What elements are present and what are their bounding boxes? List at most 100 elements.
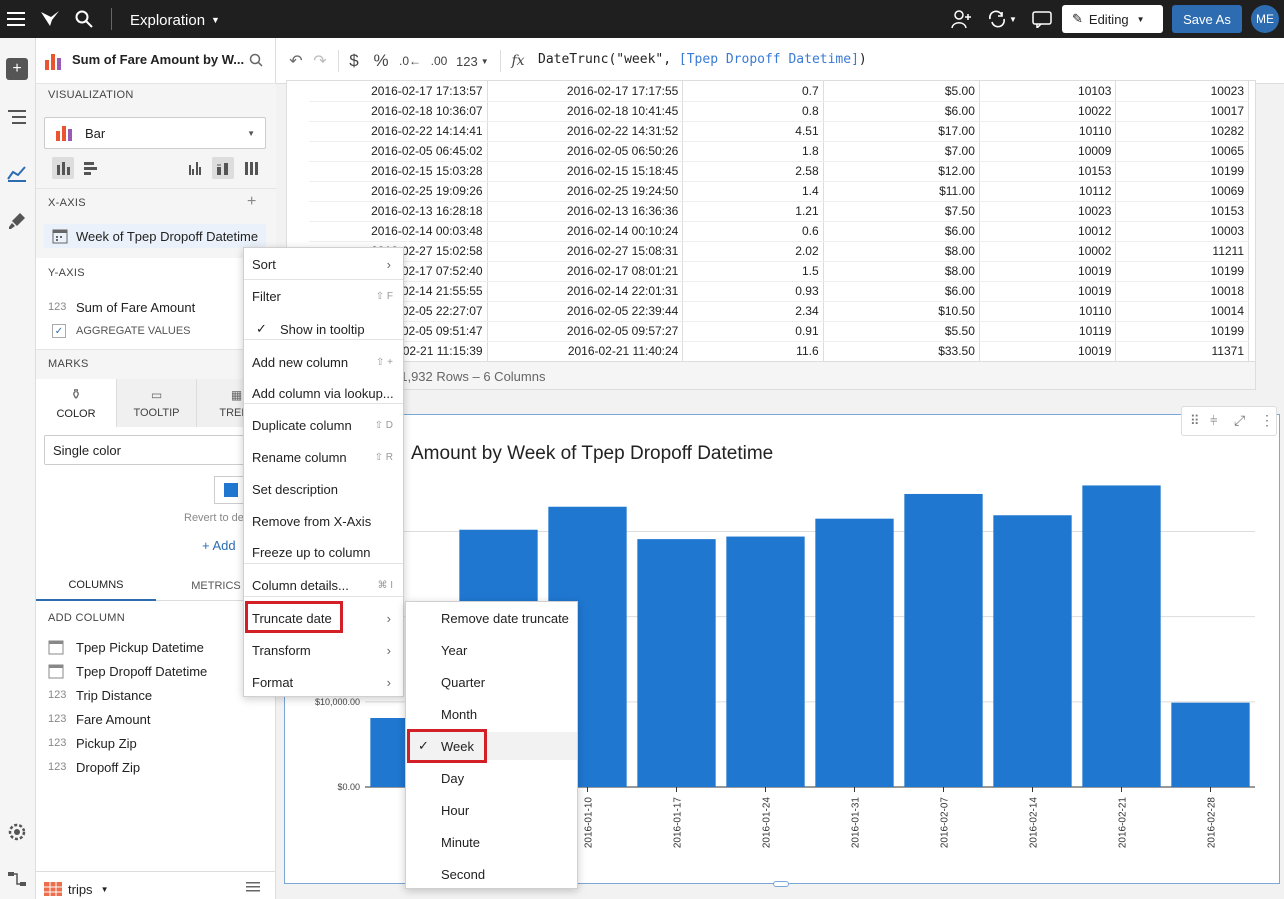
- submenu-item-month[interactable]: Month: [406, 700, 577, 728]
- save-as-button[interactable]: Save As: [1172, 5, 1242, 33]
- color-mode-select[interactable]: Single color: [44, 435, 266, 465]
- percent-format-button[interactable]: %: [370, 51, 392, 71]
- bar[interactable]: [904, 493, 983, 787]
- table-row[interactable]: 2016-02-05 06:45:02 2016-02-05 06:50:26 1.…: [309, 141, 1249, 162]
- table-cell[interactable]: 1.5: [682, 261, 824, 282]
- submenu-item-year[interactable]: Year: [406, 636, 577, 664]
- column-item[interactable]: 123 Trip Distance: [48, 685, 152, 705]
- table-cell[interactable]: 2016-02-18 10:41:45: [487, 101, 684, 122]
- tab-columns[interactable]: COLUMNS: [36, 571, 156, 601]
- table-cell[interactable]: $12.00: [823, 161, 980, 182]
- table-cell[interactable]: 2016-02-17 08:01:21: [487, 261, 684, 282]
- column-item[interactable]: Tpep Dropoff Datetime: [48, 661, 207, 681]
- table-cell[interactable]: 10110: [979, 121, 1117, 142]
- table-cell[interactable]: $7.50: [823, 201, 980, 222]
- table-cell[interactable]: 11.6: [682, 341, 824, 362]
- menu-item-add-new-column[interactable]: Add new column ⇧ +: [244, 348, 403, 376]
- submenu-item-second[interactable]: Second: [406, 860, 577, 888]
- add-color-link[interactable]: + Add: [202, 538, 236, 553]
- list-icon[interactable]: [246, 881, 262, 895]
- table-cell[interactable]: 10069: [1115, 181, 1249, 202]
- source-select[interactable]: trips ▼: [44, 879, 108, 899]
- menu-item-set-description[interactable]: Set description: [244, 475, 403, 503]
- menu-item-sort[interactable]: Sort ›: [244, 250, 403, 278]
- table-cell[interactable]: 10017: [1115, 101, 1249, 122]
- table-cell[interactable]: 2016-02-05 06:50:26: [487, 141, 684, 162]
- table-cell[interactable]: 2016-02-18 10:36:07: [309, 101, 488, 122]
- workbook-title-dropdown[interactable]: Exploration ▼: [130, 10, 220, 30]
- table-cell[interactable]: $6.00: [823, 281, 980, 302]
- table-cell[interactable]: $5.50: [823, 321, 980, 342]
- table-cell[interactable]: $6.00: [823, 101, 980, 122]
- y-axis-field[interactable]: 123 Sum of Fare Amount: [48, 297, 248, 317]
- table-cell[interactable]: 2016-02-15 15:03:28: [309, 161, 488, 182]
- x-axis-field[interactable]: Week of Tpep Dropoff Datetime: [44, 224, 266, 248]
- chart-add-icon[interactable]: ⫩: [1210, 413, 1217, 429]
- column-item[interactable]: 123 Pickup Zip: [48, 733, 137, 753]
- table-cell[interactable]: 11371: [1115, 341, 1249, 362]
- refresh-icon[interactable]: ▼: [984, 7, 1020, 31]
- table-row[interactable]: 2016-02-05 09:51:47 2016-02-05 09:57:27 0.…: [309, 321, 1249, 342]
- table-cell[interactable]: 0.91: [682, 321, 824, 342]
- table-row[interactable]: 2016-02-22 14:14:41 2016-02-22 14:31:52 4.…: [309, 121, 1249, 142]
- table-cell[interactable]: 2016-02-05 22:39:44: [487, 301, 684, 322]
- table-cell[interactable]: 2016-02-15 15:18:45: [487, 161, 684, 182]
- menu-item-freeze-up-to-column[interactable]: Freeze up to column: [244, 538, 403, 566]
- undo-icon[interactable]: ↶: [286, 51, 306, 71]
- outline-icon[interactable]: [6, 106, 28, 128]
- table-cell[interactable]: $5.00: [823, 81, 980, 102]
- table-cell[interactable]: $8.00: [823, 241, 980, 262]
- menu-item-filter[interactable]: Filter ⇧ F: [244, 282, 403, 310]
- data-lineage-icon[interactable]: [6, 868, 28, 890]
- table-cell[interactable]: 10199: [1115, 161, 1249, 182]
- table-cell[interactable]: 10003: [1115, 221, 1249, 242]
- table-cell[interactable]: 0.8: [682, 101, 824, 122]
- formula-input[interactable]: DateTrunc("week", [Tpep Dropoff Datetime…: [538, 52, 1258, 72]
- more-options-icon[interactable]: ⋮: [1260, 412, 1274, 429]
- stacked-bar-icon[interactable]: [212, 157, 234, 179]
- table-row[interactable]: 2016-02-17 07:52:40 2016-02-17 08:01:21 1.…: [309, 261, 1249, 282]
- column-item[interactable]: 123 Dropoff Zip: [48, 757, 140, 777]
- table-row[interactable]: 2016-02-25 19:09:26 2016-02-25 19:24:50 1.…: [309, 181, 1249, 202]
- table-row[interactable]: 2016-02-05 22:27:07 2016-02-05 22:39:44 2.…: [309, 301, 1249, 322]
- table-cell[interactable]: 2016-02-22 14:14:41: [309, 121, 488, 142]
- drag-handle-icon[interactable]: ⠿: [1190, 413, 1200, 429]
- table-cell[interactable]: 10019: [979, 261, 1117, 282]
- table-cell[interactable]: 2016-02-13 16:36:36: [487, 201, 684, 222]
- table-cell[interactable]: 2016-02-14 00:03:48: [309, 221, 488, 242]
- table-cell[interactable]: $8.00: [823, 261, 980, 282]
- table-cell[interactable]: 10282: [1115, 121, 1249, 142]
- table-cell[interactable]: $10.50: [823, 301, 980, 322]
- tab-marks-tooltip[interactable]: ▭ TOOLTIP: [116, 379, 196, 427]
- horizontal-bar-icon[interactable]: [80, 157, 102, 179]
- table-cell[interactable]: $33.50: [823, 341, 980, 362]
- table-cell[interactable]: 10023: [979, 201, 1117, 222]
- share-user-icon[interactable]: [950, 7, 974, 31]
- vertical-bar-icon[interactable]: [52, 157, 74, 179]
- table-cell[interactable]: 0.7: [682, 81, 824, 102]
- table-cell[interactable]: 10014: [1115, 301, 1249, 322]
- number-format-select[interactable]: 123 ▼: [456, 52, 489, 70]
- table-cell[interactable]: 10019: [979, 281, 1117, 302]
- search-icon[interactable]: [72, 7, 96, 31]
- table-row[interactable]: 2016-02-14 21:55:55 2016-02-14 22:01:31 0.…: [309, 281, 1249, 302]
- table-cell[interactable]: 2.34: [682, 301, 824, 322]
- increase-decimals-icon[interactable]: .00: [426, 51, 452, 71]
- table-cell[interactable]: 2016-02-25 19:09:26: [309, 181, 488, 202]
- table-cell[interactable]: 10022: [979, 101, 1117, 122]
- table-cell[interactable]: 1.4: [682, 181, 824, 202]
- table-cell[interactable]: $11.00: [823, 181, 980, 202]
- table-cell[interactable]: 0.6: [682, 221, 824, 242]
- table-cell[interactable]: 1.8: [682, 141, 824, 162]
- table-cell[interactable]: 2016-02-14 22:01:31: [487, 281, 684, 302]
- decrease-decimals-icon[interactable]: .0←: [399, 51, 421, 71]
- tab-marks-color[interactable]: ⚱ COLOR: [36, 379, 116, 427]
- menu-item-transform[interactable]: Transform ›: [244, 636, 403, 664]
- stacked-100-bar-icon[interactable]: [240, 157, 262, 179]
- table-row[interactable]: 2016-02-15 15:03:28 2016-02-15 15:18:45 2.…: [309, 161, 1249, 182]
- table-cell[interactable]: 10065: [1115, 141, 1249, 162]
- chart-type-select[interactable]: Bar ▼: [44, 117, 266, 149]
- table-cell[interactable]: 2016-02-14 00:10:24: [487, 221, 684, 242]
- table-cell[interactable]: 10023: [1115, 81, 1249, 102]
- submenu-item-quarter[interactable]: Quarter: [406, 668, 577, 696]
